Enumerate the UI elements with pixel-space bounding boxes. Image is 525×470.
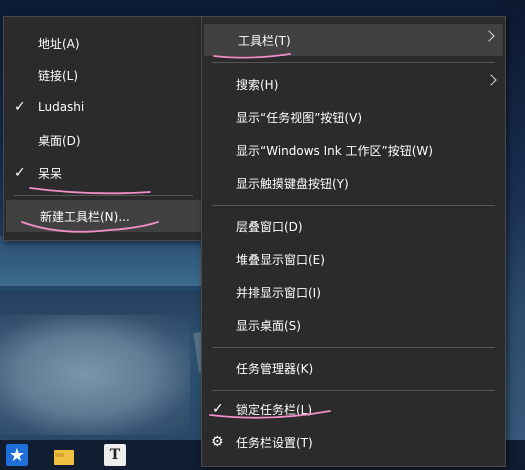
- toolbars-submenu: 地址(A) 链接(L) ✓ Ludashi 桌面(D) ✓ 呆呆 新建工具栏(N…: [3, 16, 204, 241]
- file-explorer-icon[interactable]: [53, 444, 75, 466]
- menu-item-lock-taskbar[interactable]: ✓ 锁定任务栏(L): [202, 393, 505, 425]
- menu-item-label: 并排显示窗口(I): [236, 285, 321, 300]
- submenu-item-address[interactable]: 地址(A): [4, 27, 203, 59]
- menu-separator: [212, 347, 495, 348]
- check-icon: ✓: [14, 99, 26, 115]
- menu-separator: [212, 62, 495, 63]
- submenu-item-label: 桌面(D): [38, 133, 81, 148]
- check-icon: ✓: [14, 165, 26, 181]
- menu-separator: [212, 205, 495, 206]
- submenu-item-label: 呆呆: [38, 166, 63, 181]
- menu-item-show-desktop[interactable]: 显示桌面(S): [202, 309, 505, 341]
- menu-item-label: 任务栏设置(T): [236, 435, 313, 450]
- menu-item-label: 锁定任务栏(L): [236, 402, 313, 417]
- submenu-item-links[interactable]: 链接(L): [4, 59, 203, 91]
- submenu-item-label: Ludashi: [38, 100, 85, 114]
- menu-item-label: 层叠窗口(D): [236, 219, 303, 234]
- menu-item-show-touch-keyboard[interactable]: 显示触摸键盘按钮(Y): [202, 167, 505, 199]
- menu-item-label: 堆叠显示窗口(E): [236, 252, 325, 267]
- menu-item-label: 任务管理器(K): [236, 361, 314, 376]
- menu-item-label: 显示触摸键盘按钮(Y): [236, 176, 349, 191]
- menu-item-label: 显示桌面(S): [236, 318, 301, 333]
- chevron-right-icon: [485, 74, 497, 86]
- taskbar-context-menu: 工具栏(T) 搜索(H) 显示“任务视图”按钮(V) 显示“Windows In…: [201, 16, 506, 467]
- new-toolbar-label: 新建工具栏(N)...: [40, 209, 130, 224]
- gear-icon: ⚙: [211, 434, 224, 450]
- text-app-icon[interactable]: T: [104, 444, 126, 466]
- menu-item-toolbars[interactable]: 工具栏(T): [204, 24, 503, 56]
- menu-item-label: 显示“Windows Ink 工作区”按钮(W): [236, 143, 433, 158]
- submenu-item-ludashi[interactable]: ✓ Ludashi: [4, 91, 203, 123]
- menu-item-stack[interactable]: 堆叠显示窗口(E): [202, 243, 505, 275]
- submenu-item-desktop[interactable]: 桌面(D): [4, 124, 203, 156]
- submenu-item-daidai[interactable]: ✓ 呆呆: [4, 157, 203, 189]
- menu-item-show-ink[interactable]: 显示“Windows Ink 工作区”按钮(W): [202, 134, 505, 166]
- menu-item-label: 显示“任务视图”按钮(V): [236, 110, 363, 125]
- menu-item-search[interactable]: 搜索(H): [202, 68, 505, 100]
- menu-item-show-taskview[interactable]: 显示“任务视图”按钮(V): [202, 101, 505, 133]
- menu-item-cascade[interactable]: 层叠窗口(D): [202, 210, 505, 242]
- submenu-item-label: 链接(L): [38, 68, 79, 83]
- menu-separator: [212, 390, 495, 391]
- menu-item-label: 搜索(H): [236, 77, 279, 92]
- submenu-item-label: 地址(A): [38, 36, 80, 51]
- menu-item-label: 工具栏(T): [238, 33, 291, 48]
- new-toolbar-item[interactable]: 新建工具栏(N)...: [6, 200, 201, 232]
- menu-item-side-by-side[interactable]: 并排显示窗口(I): [202, 276, 505, 308]
- menu-item-taskbar-settings[interactable]: ⚙ 任务栏设置(T): [202, 426, 505, 458]
- check-icon: ✓: [212, 401, 224, 417]
- menu-separator: [14, 195, 193, 196]
- menu-item-task-manager[interactable]: 任务管理器(K): [202, 352, 505, 384]
- wallpaper-rug: [0, 315, 190, 435]
- chevron-right-icon: [483, 30, 495, 42]
- star-app-icon[interactable]: ★: [6, 444, 28, 466]
- wallpaper-window-light: [0, 236, 205, 286]
